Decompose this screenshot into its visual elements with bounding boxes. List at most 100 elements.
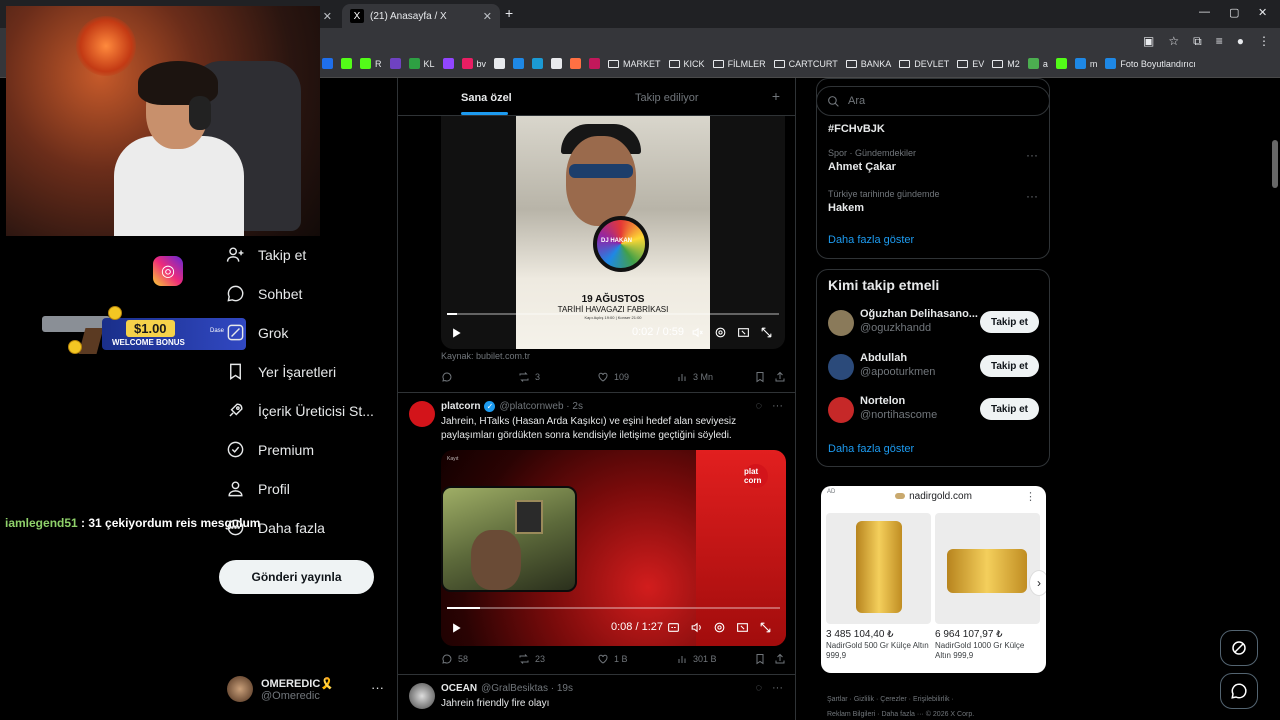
bookmark-item[interactable] — [494, 58, 506, 69]
nav-creator-studio[interactable]: İçerik Üreticisi St... — [226, 401, 374, 420]
nav-more[interactable]: Daha fazla — [226, 518, 325, 537]
avatar[interactable] — [828, 354, 854, 380]
bookmark-item[interactable]: BANKA — [845, 59, 891, 69]
trend-item[interactable]: Türkiye tarihinde gündemde Hakem — [828, 189, 940, 214]
browser-tab-active[interactable]: X (21) Anasayfa / X ✕ — [342, 4, 500, 28]
product-image[interactable] — [935, 513, 1040, 624]
scrollbar-thumb[interactable] — [1272, 140, 1278, 188]
avatar[interactable] — [409, 401, 435, 427]
bookmark-item[interactable]: Foto Boyutlandırıcı — [1105, 58, 1196, 69]
more-icon[interactable]: ··· — [1026, 148, 1038, 162]
fullscreen-icon[interactable] — [759, 621, 772, 634]
nav-follow[interactable]: Takip et — [226, 245, 306, 264]
post-author[interactable]: OCEAN — [441, 683, 477, 694]
extensions-icon[interactable]: ⧉ — [1193, 34, 1202, 49]
follow-button[interactable]: Takip et — [980, 311, 1039, 333]
trend-item[interactable]: Spor · Gündemdekiler Ahmet Çakar — [828, 148, 916, 173]
trend-item[interactable]: #FCHvBJK — [828, 120, 885, 135]
follow-button[interactable]: Takip et — [980, 355, 1039, 377]
views-button[interactable]: 301 B — [676, 653, 717, 665]
search-input[interactable]: Ara — [816, 86, 1050, 116]
volume-icon[interactable] — [690, 621, 703, 634]
menu-icon[interactable]: ⋮ — [1258, 34, 1270, 49]
profile-icon[interactable]: ● — [1237, 34, 1244, 49]
ad-site[interactable]: nadirgold.com — [821, 491, 1046, 502]
more-icon[interactable]: ··· — [772, 400, 783, 412]
grok-icon[interactable]: ◌ — [755, 400, 762, 412]
footer-links[interactable]: Şartlar · Gizlilik · Çerezler · Erişileb… — [827, 696, 954, 703]
bookmark-item[interactable]: bv — [461, 58, 486, 69]
bookmark-item[interactable] — [341, 58, 352, 69]
messages-fab[interactable] — [1220, 673, 1258, 709]
bookmark-button[interactable] — [754, 371, 766, 383]
follow-button[interactable]: Takip et — [980, 398, 1039, 420]
follow-suggestion[interactable]: Abdullah @apooturkmen Takip et — [828, 352, 1040, 382]
nav-bookmarks[interactable]: Yer İşaretleri — [226, 362, 336, 381]
play-button[interactable] — [449, 326, 463, 340]
more-icon[interactable]: ··· — [371, 680, 384, 695]
footer-links[interactable]: Reklam Bilgileri · Daha fazla ··· © 2026… — [827, 711, 974, 718]
follow-suggestion[interactable]: Oğuzhan Delihasano... @oguzkhandd Takip … — [828, 308, 1040, 338]
bookmark-item[interactable] — [589, 58, 601, 69]
post-handle[interactable]: @platcornweb · 2s — [499, 401, 583, 412]
bookmark-item[interactable]: MARKET — [608, 59, 661, 69]
captions-icon[interactable] — [667, 621, 680, 634]
video-progress[interactable] — [447, 607, 780, 609]
share-button[interactable] — [774, 371, 786, 383]
bookmark-item[interactable]: R — [360, 58, 382, 69]
product-image[interactable] — [826, 513, 931, 624]
more-icon[interactable]: ··· — [772, 682, 783, 694]
play-button[interactable] — [449, 621, 463, 635]
cast-icon[interactable]: ▣ — [1143, 34, 1154, 49]
bookmark-item[interactable]: DEVLET — [899, 59, 949, 69]
nav-profile[interactable]: Profil — [226, 479, 290, 498]
grok-icon[interactable]: ◌ — [755, 682, 762, 694]
video-player[interactable]: DJ HAKAN 19 AĞUSTOS TARİHİ HAVAGAZI FABR… — [441, 116, 785, 349]
settings-icon[interactable] — [713, 621, 726, 634]
star-icon[interactable]: ☆ — [1168, 34, 1179, 49]
minimize-button[interactable]: — — [1199, 6, 1210, 18]
post-button[interactable]: Gönderi yayınla — [219, 560, 374, 594]
avatar[interactable] — [828, 397, 854, 423]
post-author[interactable]: platcorn — [441, 401, 480, 412]
bookmark-item[interactable]: EV — [957, 59, 984, 69]
show-more-trends-link[interactable]: Daha fazla göster — [828, 234, 914, 246]
maximize-button[interactable]: ▢ — [1229, 6, 1239, 19]
bookmark-item[interactable]: KL — [408, 58, 435, 69]
repost-button[interactable]: 23 — [518, 653, 545, 665]
bookmark-item[interactable]: KICK — [668, 59, 705, 69]
nav-premium[interactable]: Premium — [226, 440, 314, 459]
pip-icon[interactable] — [736, 621, 749, 634]
share-button[interactable] — [774, 653, 786, 665]
bookmark-item[interactable] — [513, 58, 525, 69]
bookmark-item[interactable] — [442, 58, 454, 69]
bookmark-item[interactable] — [322, 58, 333, 69]
follow-suggestion[interactable]: Nortelon @nortihascome Takip et — [828, 395, 1040, 425]
pip-icon[interactable] — [737, 326, 750, 339]
bookmark-item[interactable]: m — [1074, 58, 1097, 69]
new-tab-button[interactable]: + — [505, 5, 513, 21]
chevron-right-icon[interactable]: › — [1029, 570, 1046, 596]
ad-card[interactable]: AD nadirgold.com ⋮ 3 485 104,40 ₺ NadirG… — [821, 486, 1046, 673]
media-icon[interactable]: ≡ — [1216, 34, 1223, 49]
like-button[interactable]: 109 — [597, 371, 629, 383]
tab-following[interactable]: Takip ediliyor — [635, 92, 699, 104]
reply-button[interactable] — [441, 371, 453, 383]
settings-icon[interactable] — [714, 326, 727, 339]
bookmark-item[interactable] — [570, 58, 582, 69]
show-more-follow-link[interactable]: Daha fazla göster — [828, 443, 914, 455]
nav-chat[interactable]: Sohbet — [226, 284, 302, 303]
avatar[interactable] — [409, 683, 435, 709]
bookmark-item[interactable] — [532, 58, 544, 69]
bookmark-item[interactable]: FİLMLER — [712, 59, 766, 69]
avatar[interactable] — [828, 310, 854, 336]
video-player[interactable]: plat corn Kayıt 0:08 / 1:27 — [441, 450, 786, 646]
account-switcher[interactable]: OMEREDIC🎗️ @Omeredic ··· — [227, 676, 384, 702]
post-handle[interactable]: @GralBesiktas · 19s — [481, 683, 573, 694]
bookmark-item[interactable]: M2 — [992, 59, 1020, 69]
bookmark-item[interactable] — [1055, 58, 1067, 69]
tab-for-you[interactable]: Sana özel — [461, 92, 512, 104]
bookmark-item[interactable]: CARTCURT — [773, 59, 838, 69]
mute-icon[interactable] — [691, 326, 704, 339]
reply-button[interactable]: 58 — [441, 653, 468, 665]
